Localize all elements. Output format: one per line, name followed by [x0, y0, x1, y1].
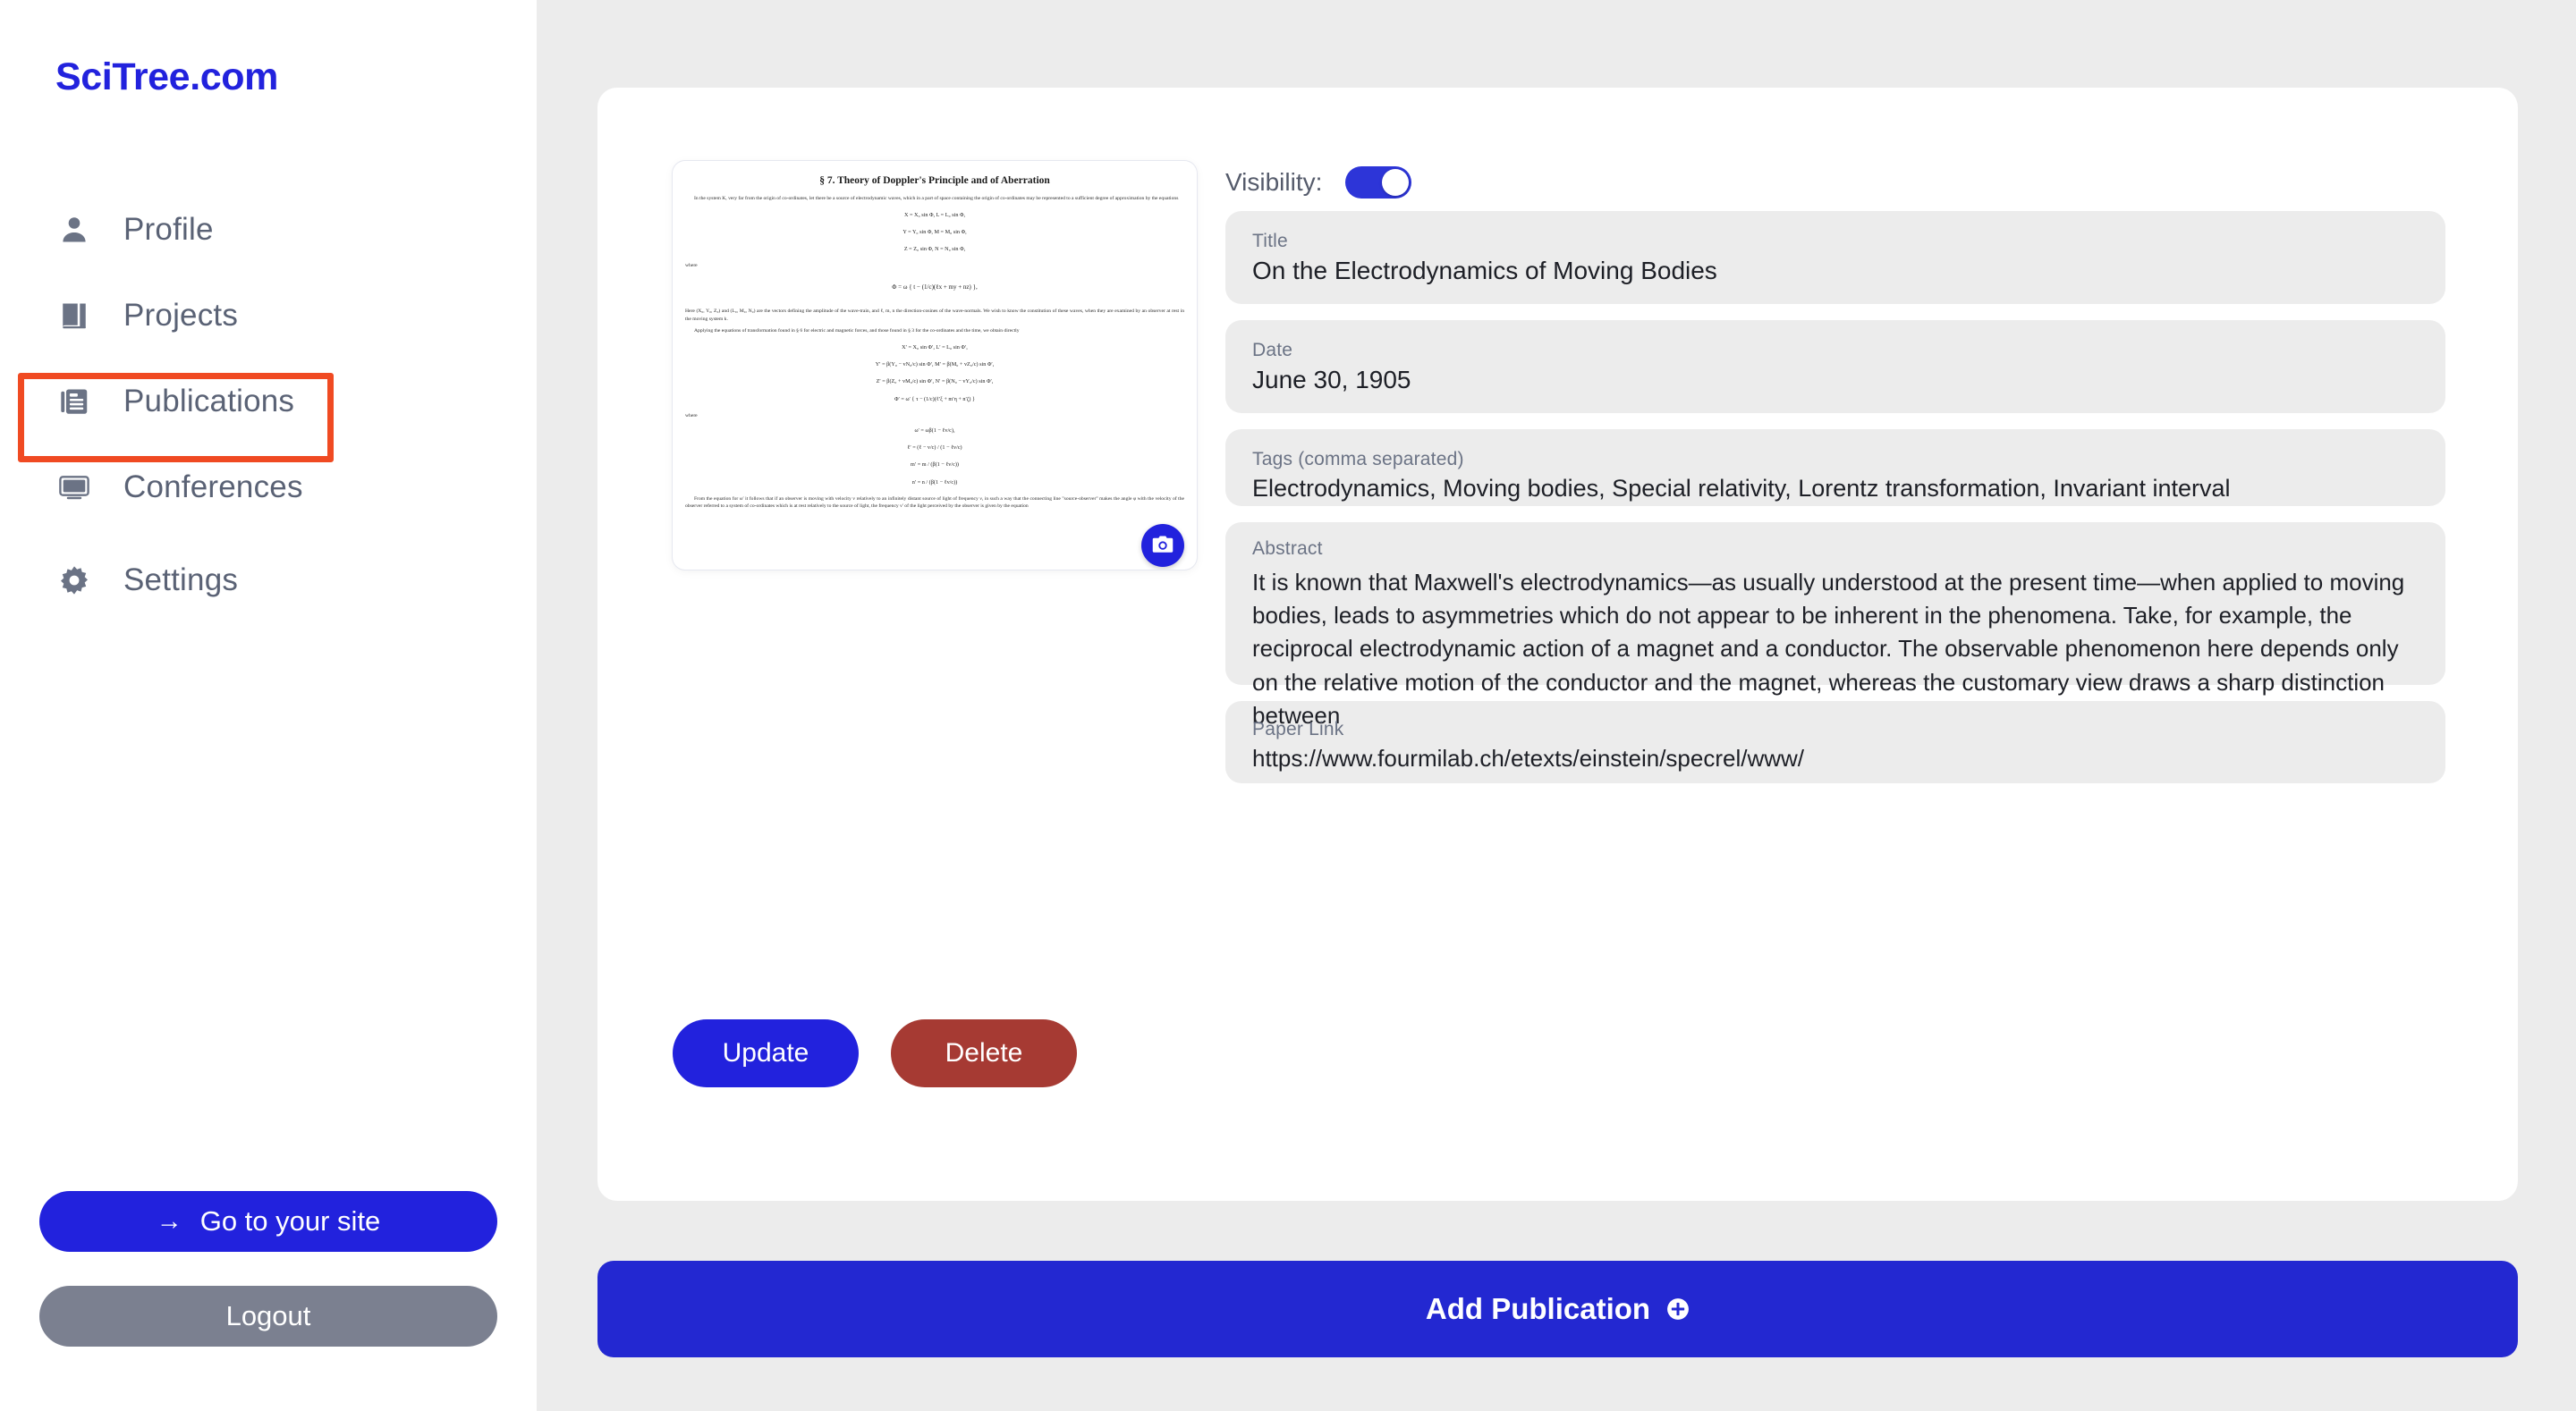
scan-equation: Z = Z₀ sin Φ, N = N₀ sin Φ,: [903, 246, 966, 253]
camera-icon: [1151, 533, 1174, 559]
field-date[interactable]: Date June 30, 1905: [1225, 320, 2445, 413]
field-title[interactable]: Title On the Electrodynamics of Moving B…: [1225, 211, 2445, 304]
gear-icon: [55, 562, 93, 599]
visibility-row: Visibility:: [1225, 166, 2429, 199]
add-publication-label: Add Publication: [1425, 1292, 1651, 1325]
document-icon: [55, 383, 93, 420]
scan-equation: ℓ′ = (ℓ − v/c) / (1 − ℓv/c): [907, 444, 962, 452]
sidebar-item-label: Settings: [123, 562, 239, 597]
book-icon: [55, 297, 93, 334]
field-abstract[interactable]: Abstract It is known that Maxwell's elec…: [1225, 522, 2445, 729]
toggle-knob: [1382, 169, 1410, 196]
add-publication-button[interactable]: Add Publication: [597, 1261, 2518, 1357]
scan-equation: Φ′ = ω′ { τ − (1/c)(ℓ′ξ + m′η + n′ζ) }: [894, 395, 975, 402]
visibility-label: Visibility:: [1225, 168, 1323, 196]
sidebar-item-label: Profile: [123, 212, 214, 247]
sidebar-footer: → Go to your site Logout: [0, 1191, 537, 1411]
field-label: Tags (comma separated): [1252, 449, 1464, 469]
sidebar-item-projects[interactable]: Projects: [0, 273, 537, 359]
publication-form: Visibility: Title On the Electrodynamics…: [1204, 88, 2445, 799]
logout-button[interactable]: Logout: [39, 1286, 497, 1347]
sidebar: SciTree.com Profile Projects Publication…: [0, 0, 537, 1411]
scan-paragraph: Here (X₀, Y₀, Z₀) and (L₀, M₀, N₀) are t…: [685, 308, 1184, 322]
arrow-right-icon: →: [156, 1206, 182, 1236]
upload-photo-button[interactable]: [1141, 524, 1184, 567]
sidebar-item-profile[interactable]: Profile: [0, 187, 537, 273]
publication-card: § 7. Theory of Doppler's Principle and o…: [597, 88, 2518, 1201]
logout-label: Logout: [225, 1300, 311, 1331]
scan-equation: m′ = m / (β(1 − ℓv/c)): [911, 461, 959, 469]
field-label: Paper Link: [1252, 719, 1344, 739]
field-value: Electrodynamics, Moving bodies, Special …: [1252, 475, 2231, 502]
field-tags[interactable]: Tags (comma separated) Electrodynamics, …: [1225, 429, 2445, 506]
field-value: June 30, 1905: [1252, 366, 1411, 393]
scan-equation: n′ = n / (β(1 − ℓv/c)): [911, 478, 958, 486]
person-icon: [55, 211, 93, 249]
go-to-your-site-button[interactable]: → Go to your site: [39, 1191, 497, 1252]
sidebar-nav: Profile Projects Publications Conference…: [0, 187, 537, 623]
plus-circle-icon: [1666, 1297, 1690, 1321]
go-to-your-site-label: Go to your site: [199, 1205, 381, 1237]
sidebar-item-label: Projects: [123, 298, 239, 333]
scan-equation: Y = Y₀ sin Φ, M = M₀ sin Φ,: [902, 228, 967, 235]
field-value: On the Electrodynamics of Moving Bodies: [1252, 257, 1717, 284]
scanned-page-preview: § 7. Theory of Doppler's Principle and o…: [673, 161, 1197, 570]
scan-paragraph: From the equation for ω′ it follows that…: [685, 495, 1184, 510]
scan-equation: X = X₀ sin Φ, L = L₀ sin Φ,: [903, 211, 966, 218]
scan-where-label: where: [685, 263, 698, 269]
sidebar-item-label: Publications: [123, 384, 295, 418]
field-paper-link[interactable]: Paper Link https://www.fourmilab.ch/etex…: [1225, 701, 2445, 783]
thumbnail-column: § 7. Theory of Doppler's Principle and o…: [673, 161, 1197, 570]
scan-where-label: where: [685, 412, 698, 418]
scan-equation: Z′ = β(Z₀ + vM₀/c) sin Φ′, N′ = β(N₀ − v…: [876, 378, 994, 385]
sidebar-item-publications[interactable]: Publications: [0, 359, 537, 444]
app-root: SciTree.com Profile Projects Publication…: [0, 0, 2576, 1411]
monitor-icon: [55, 469, 93, 506]
brand-logo[interactable]: SciTree.com: [55, 55, 537, 99]
action-row: Update Delete: [673, 1019, 1077, 1087]
scan-equation: X′ = X₀ sin Φ′, L′ = L₀ sin Φ′,: [902, 343, 968, 351]
scan-section-title: § 7. Theory of Doppler's Principle and o…: [819, 175, 1050, 186]
field-label: Title: [1252, 231, 1288, 251]
update-button[interactable]: Update: [673, 1019, 859, 1087]
scan-equation: ω′ = ωβ(1 − ℓv/c),: [914, 427, 955, 434]
publication-thumbnail[interactable]: § 7. Theory of Doppler's Principle and o…: [673, 161, 1197, 570]
scan-equation: Φ = ω { t − (1/c)(ℓx + my + nz) },: [892, 283, 978, 291]
scan-paragraph: Applying the equations of transformation…: [694, 328, 1020, 334]
sidebar-item-settings[interactable]: Settings: [0, 537, 537, 623]
scan-equation: Y′ = β(Y₀ − vN₀/c) sin Φ′, M′ = β(M₀ + v…: [875, 361, 995, 368]
field-value: https://www.fourmilab.ch/etexts/einstein…: [1252, 745, 1805, 772]
visibility-toggle[interactable]: [1345, 166, 1412, 199]
delete-button[interactable]: Delete: [891, 1019, 1077, 1087]
field-label: Date: [1252, 340, 1293, 360]
scan-paragraph: In the system K, very far from the origi…: [694, 196, 1179, 201]
sidebar-item-conferences[interactable]: Conferences: [0, 444, 537, 530]
field-label: Abstract: [1252, 538, 1323, 559]
main-content: § 7. Theory of Doppler's Principle and o…: [537, 0, 2576, 1411]
sidebar-item-label: Conferences: [123, 469, 303, 504]
